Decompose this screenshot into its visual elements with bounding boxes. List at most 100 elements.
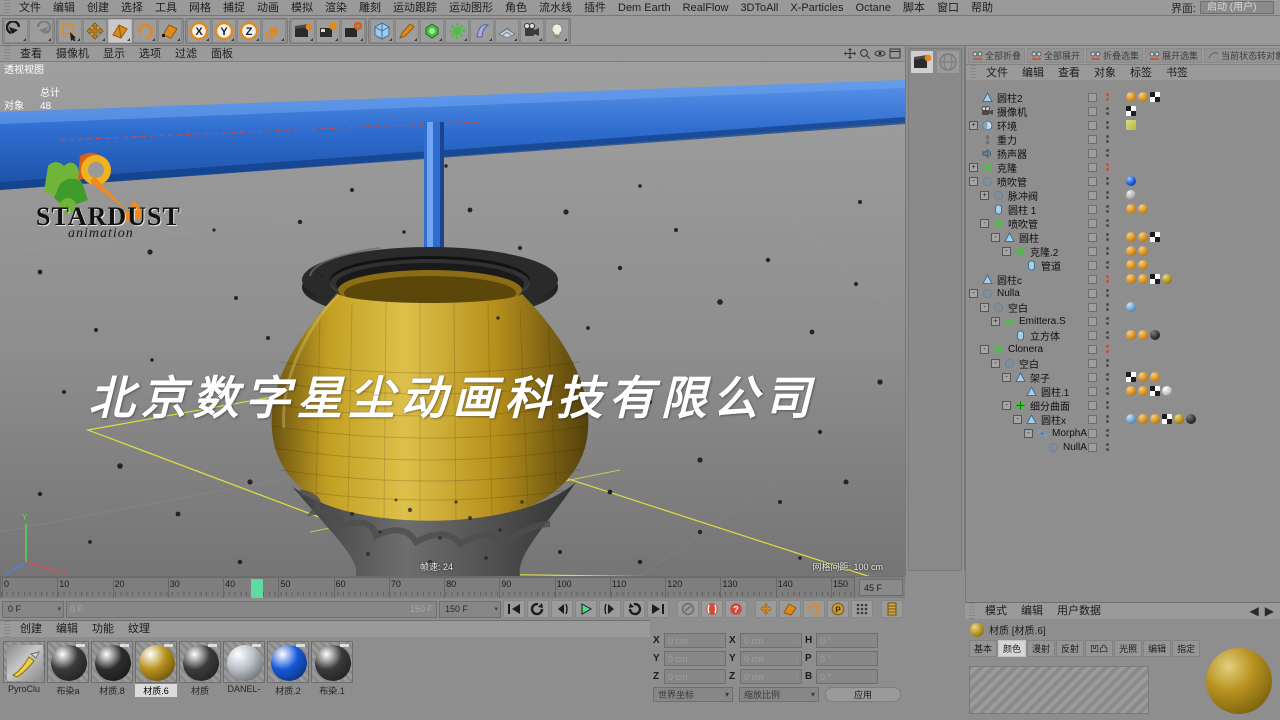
submenu-corner-icon[interactable]	[102, 37, 105, 41]
object-name[interactable]: 脉冲阀	[1008, 188, 1038, 203]
object-visibility-checkbox[interactable]	[1088, 176, 1097, 186]
generator-button[interactable]	[420, 18, 444, 43]
submenu-corner-icon[interactable]	[231, 37, 234, 41]
object-visibility-checkbox[interactable]	[1088, 316, 1097, 326]
object-tags[interactable]	[1126, 414, 1196, 424]
object-tree[interactable]: 圆柱2 摄像机 + 环境 重力 扬声器 + 克隆 -0 喷吹管 +0 脉冲阀 圆柱 1- 喷吹管 - 圆柱 - 克…	[966, 90, 1280, 602]
object-tag-m[interactable]	[1126, 92, 1136, 102]
object-visibility-dots[interactable]	[1106, 107, 1109, 115]
object-tree-row[interactable]: - Clonera	[966, 342, 1280, 356]
expand-toggle-icon[interactable]: +	[991, 316, 1000, 326]
key-position-button[interactable]	[755, 600, 777, 618]
object-visibility-dots[interactable]	[1106, 121, 1109, 129]
object-name[interactable]: 喷吹管	[997, 174, 1027, 189]
submenu-corner-icon[interactable]	[539, 37, 542, 41]
object-visibility-dots[interactable]	[1106, 247, 1109, 255]
render-globe-button[interactable]	[936, 50, 960, 74]
object-name[interactable]: 圆柱x	[1041, 412, 1066, 427]
object-visibility-checkbox[interactable]	[1088, 232, 1097, 242]
collapse-toggle-icon[interactable]: -	[980, 302, 989, 312]
object-visibility-checkbox[interactable]	[1088, 134, 1097, 144]
forward-arrow-icon[interactable]: ▶	[1265, 604, 1274, 618]
object-tree-row[interactable]: + 克隆	[966, 160, 1280, 175]
attribute-tab-漫射[interactable]: 漫射	[1027, 640, 1056, 657]
panel-grip[interactable]	[970, 65, 976, 80]
object-visibility-dots[interactable]	[1106, 163, 1109, 171]
object-tag-chk[interactable]	[1150, 386, 1160, 396]
submenu-corner-icon[interactable]	[464, 37, 467, 41]
position-y-input[interactable]: 0 cm	[664, 651, 726, 666]
object-tag-gold[interactable]	[1174, 414, 1184, 424]
collapse-toggle-icon[interactable]: -	[980, 344, 989, 354]
menu-item-12[interactable]: 运动图形	[443, 0, 499, 16]
object-visibility-dots[interactable]	[1106, 275, 1109, 283]
object-name[interactable]: 克隆	[997, 160, 1017, 175]
key-param-button[interactable]: P	[827, 600, 849, 618]
object-tags[interactable]	[1126, 260, 1148, 270]
collapse-toggle-icon[interactable]: -	[1002, 372, 1011, 382]
min-frame-field[interactable]: 0 F ▾	[2, 600, 64, 618]
object-visibility-checkbox[interactable]	[1088, 288, 1097, 298]
object-name[interactable]: Nulla	[997, 288, 1020, 299]
material-preview[interactable]	[223, 641, 265, 683]
object-visibility-checkbox[interactable]	[1088, 162, 1097, 172]
object-name[interactable]: 架子	[1030, 370, 1050, 385]
collapse-toggle-icon[interactable]: -	[969, 288, 978, 298]
back-arrow-icon[interactable]: ◀	[1250, 604, 1259, 618]
material-swatch[interactable]: 材质.8	[91, 641, 133, 697]
object-visibility-dots[interactable]	[1106, 149, 1109, 157]
submenu-corner-icon[interactable]	[177, 37, 180, 41]
object-name[interactable]: 喷吹管	[1008, 216, 1038, 231]
object-visibility-checkbox[interactable]	[1088, 428, 1097, 438]
object-visibility-checkbox[interactable]	[1088, 204, 1097, 214]
collapse-toggle-icon[interactable]: -	[991, 358, 1000, 368]
goto-start-button[interactable]	[503, 600, 525, 618]
size-x-input[interactable]: 0 cm	[740, 633, 802, 648]
object-name[interactable]: 空白	[1008, 300, 1028, 315]
deformer-button[interactable]	[445, 18, 469, 43]
object-visibility-checkbox[interactable]	[1088, 442, 1097, 452]
timeline-button[interactable]	[881, 600, 903, 618]
menu-item-2[interactable]: 创建	[81, 0, 115, 16]
undo-button[interactable]	[4, 18, 28, 43]
object-tags[interactable]	[1126, 232, 1160, 242]
lock-x-button[interactable]: X	[187, 18, 211, 43]
record-button[interactable]	[701, 600, 723, 618]
material-preview[interactable]	[135, 641, 177, 683]
object-tags[interactable]	[1126, 176, 1136, 186]
object-visibility-dots[interactable]	[1106, 443, 1109, 451]
collapse-toggle-icon[interactable]: -	[969, 176, 978, 186]
menu-item-14[interactable]: 流水线	[533, 0, 578, 16]
submenu-corner-icon[interactable]	[127, 37, 130, 41]
object-tags[interactable]	[1126, 372, 1160, 382]
material-swatch[interactable]: 材质	[179, 641, 221, 697]
object-tag-m[interactable]	[1138, 414, 1148, 424]
object-visibility-dots[interactable]	[1106, 373, 1109, 381]
object-tree-row[interactable]: - 克隆.2	[966, 244, 1280, 259]
menu-item-9[interactable]: 渲染	[319, 0, 353, 16]
object-visibility-dots[interactable]	[1106, 401, 1109, 409]
menu-item-15[interactable]: 插件	[578, 0, 612, 16]
object-tree-row[interactable]: 圆柱2	[966, 90, 1280, 105]
attribute-menu-edit[interactable]: 编辑	[1014, 603, 1050, 619]
object-visibility-dots[interactable]	[1106, 219, 1109, 227]
object-tag-m[interactable]	[1126, 260, 1136, 270]
size-z-input[interactable]: 0 cm	[740, 669, 802, 684]
submenu-corner-icon[interactable]	[23, 37, 26, 41]
object-toolbar-0[interactable]: 全部折叠	[968, 47, 1026, 63]
object-tree-row[interactable]: 摄像机	[966, 104, 1280, 119]
material-preview[interactable]	[311, 641, 353, 683]
attribute-history-nav[interactable]: ◀ ▶	[1250, 604, 1280, 618]
object-tag-m[interactable]	[1138, 372, 1148, 382]
rotation-p-field[interactable]: P 0 °	[805, 651, 878, 666]
object-name[interactable]: 立方体	[1030, 328, 1060, 343]
free-transform-button[interactable]	[158, 18, 182, 43]
object-name[interactable]: 圆柱 1	[1008, 202, 1036, 217]
object-visibility-checkbox[interactable]	[1088, 148, 1097, 158]
rotation-b-input[interactable]: 0 °	[816, 669, 878, 684]
object-tag-white[interactable]	[1162, 386, 1172, 396]
object-tag-m[interactable]	[1150, 372, 1160, 382]
play-reverse-button[interactable]	[527, 600, 549, 618]
object-menu-view[interactable]: 查看	[1051, 65, 1087, 81]
autokey-button[interactable]	[677, 600, 699, 618]
